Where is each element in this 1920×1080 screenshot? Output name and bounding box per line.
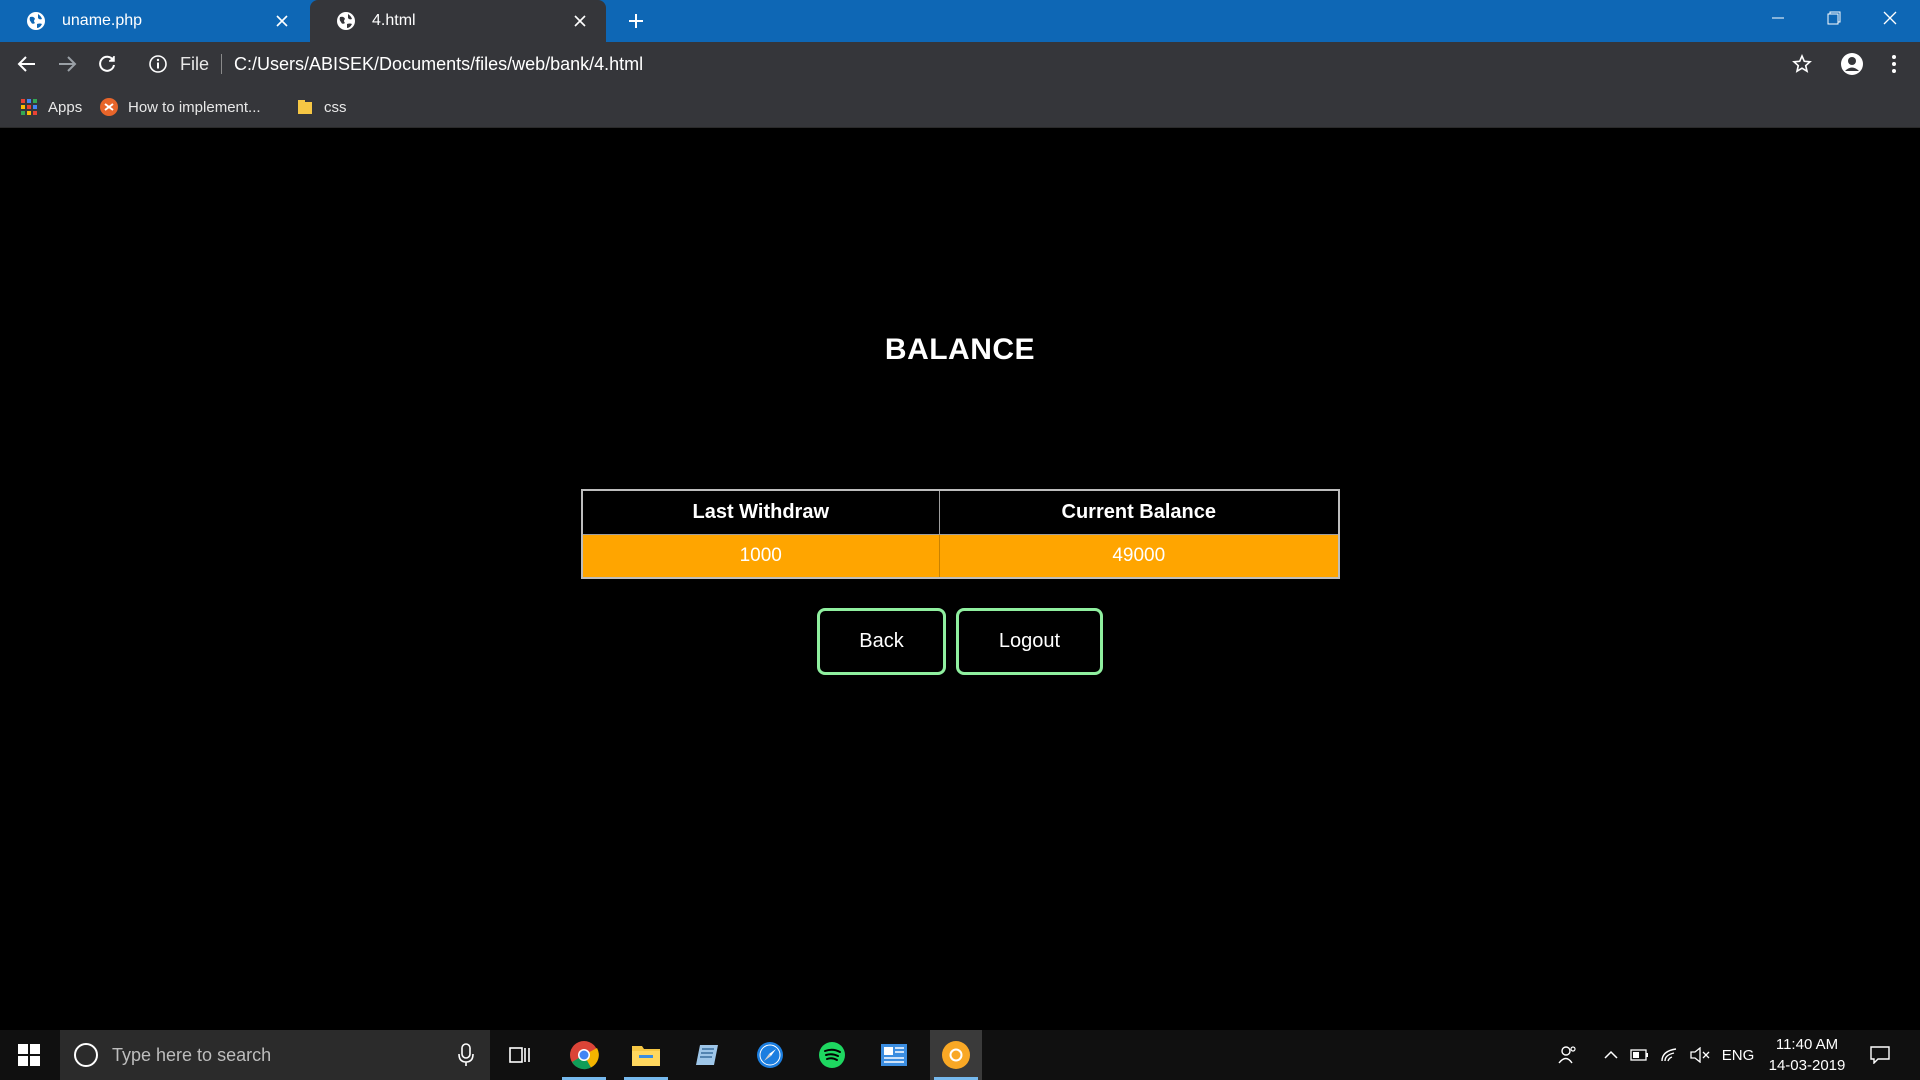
page-content: BALANCE Last Withdraw Current Balance 10… bbox=[0, 129, 1920, 1029]
info-icon[interactable] bbox=[148, 54, 168, 74]
windows-start-button[interactable] bbox=[0, 1030, 58, 1080]
minimize-icon[interactable] bbox=[1750, 0, 1806, 36]
column-header-current-balance: Current Balance bbox=[938, 489, 1340, 535]
volume-muted-icon[interactable] bbox=[1686, 1030, 1714, 1080]
close-tab-icon[interactable] bbox=[568, 9, 592, 33]
address-bar[interactable]: File C:/Users/ABISEK/Documents/files/web… bbox=[140, 48, 1800, 80]
logout-button[interactable]: Logout bbox=[956, 608, 1103, 675]
chrome-canary-icon[interactable] bbox=[930, 1030, 982, 1080]
bookmark-label: Apps bbox=[48, 98, 83, 116]
spotify-icon[interactable] bbox=[806, 1030, 858, 1080]
notepad-icon[interactable] bbox=[682, 1030, 734, 1080]
close-tab-icon[interactable] bbox=[270, 9, 294, 33]
bookmark-label: How to implement... bbox=[128, 98, 261, 116]
globe-icon bbox=[27, 12, 45, 30]
apps-grid-icon bbox=[21, 99, 37, 115]
cortana-icon bbox=[74, 1043, 98, 1067]
profile-icon[interactable] bbox=[1838, 50, 1866, 78]
globe-icon bbox=[337, 12, 355, 30]
star-icon[interactable] bbox=[1788, 50, 1816, 78]
file-explorer-icon[interactable] bbox=[620, 1030, 672, 1080]
tab-strip: uname.php 4.html bbox=[0, 0, 1920, 42]
new-tab-button[interactable] bbox=[623, 8, 649, 34]
wifi-icon[interactable] bbox=[1656, 1030, 1684, 1080]
people-icon[interactable] bbox=[1552, 1030, 1584, 1080]
close-window-icon[interactable] bbox=[1862, 0, 1918, 36]
scheme-label: File bbox=[180, 53, 210, 74]
folder-icon bbox=[298, 100, 312, 114]
page-title: BALANCE bbox=[884, 333, 1036, 366]
language-indicator[interactable]: ENG bbox=[1718, 1030, 1758, 1080]
table-header-row: Last Withdraw Current Balance bbox=[581, 489, 1340, 535]
back-arrow-icon[interactable] bbox=[13, 50, 41, 78]
bookmark-label: css bbox=[324, 98, 347, 116]
outlook-icon[interactable] bbox=[868, 1030, 920, 1080]
browser-toolbar: File C:/Users/ABISEK/Documents/files/web… bbox=[0, 42, 1920, 86]
microphone-icon[interactable] bbox=[456, 1043, 476, 1067]
bookmark-how-to-implement[interactable]: How to implement... bbox=[100, 96, 261, 118]
reload-icon[interactable] bbox=[93, 50, 121, 78]
last-withdraw-value: 1000 bbox=[581, 533, 940, 579]
balance-table: Last Withdraw Current Balance 1000 49000 bbox=[581, 489, 1340, 579]
safari-icon[interactable] bbox=[744, 1030, 796, 1080]
taskbar-search-input[interactable]: Type here to search bbox=[60, 1030, 490, 1080]
restore-icon[interactable] bbox=[1806, 0, 1862, 36]
tab-label: uname.php bbox=[62, 12, 143, 29]
tab-4-html[interactable]: 4.html bbox=[310, 0, 606, 42]
tab-label: 4.html bbox=[372, 12, 416, 29]
clock-time: 11:40 AM bbox=[1775, 1036, 1839, 1053]
back-button[interactable]: Back bbox=[817, 608, 946, 675]
chevron-up-icon[interactable] bbox=[1598, 1030, 1624, 1080]
tab-uname-php[interactable]: uname.php bbox=[0, 0, 308, 42]
current-balance-value: 49000 bbox=[938, 533, 1340, 579]
chrome-icon[interactable] bbox=[558, 1030, 610, 1080]
windows-taskbar: Type here to search ENG 11:40 AM 14-03-2… bbox=[0, 1030, 1920, 1080]
bookmarks-bar: Apps How to implement... css bbox=[0, 86, 1920, 128]
battery-icon[interactable] bbox=[1626, 1030, 1654, 1080]
windows-logo-icon bbox=[18, 1044, 40, 1066]
action-center-icon[interactable] bbox=[1862, 1030, 1898, 1080]
task-view-icon[interactable] bbox=[494, 1030, 546, 1080]
bookmark-css-folder[interactable]: css bbox=[296, 96, 347, 118]
address-separator bbox=[221, 54, 223, 74]
search-placeholder: Type here to search bbox=[112, 1044, 272, 1065]
menu-kebab-icon[interactable] bbox=[1880, 50, 1908, 78]
column-header-last-withdraw: Last Withdraw bbox=[581, 489, 940, 535]
table-row: 1000 49000 bbox=[581, 533, 1340, 579]
bookmark-apps[interactable]: Apps bbox=[20, 96, 82, 118]
clock-date: 14-03-2019 bbox=[1768, 1057, 1846, 1074]
stackoverflow-icon bbox=[100, 98, 118, 116]
url-text: C:/Users/ABISEK/Documents/files/web/bank… bbox=[234, 53, 644, 74]
system-clock[interactable]: 11:40 AM 14-03-2019 bbox=[1762, 1034, 1852, 1076]
forward-arrow-icon[interactable] bbox=[53, 50, 81, 78]
